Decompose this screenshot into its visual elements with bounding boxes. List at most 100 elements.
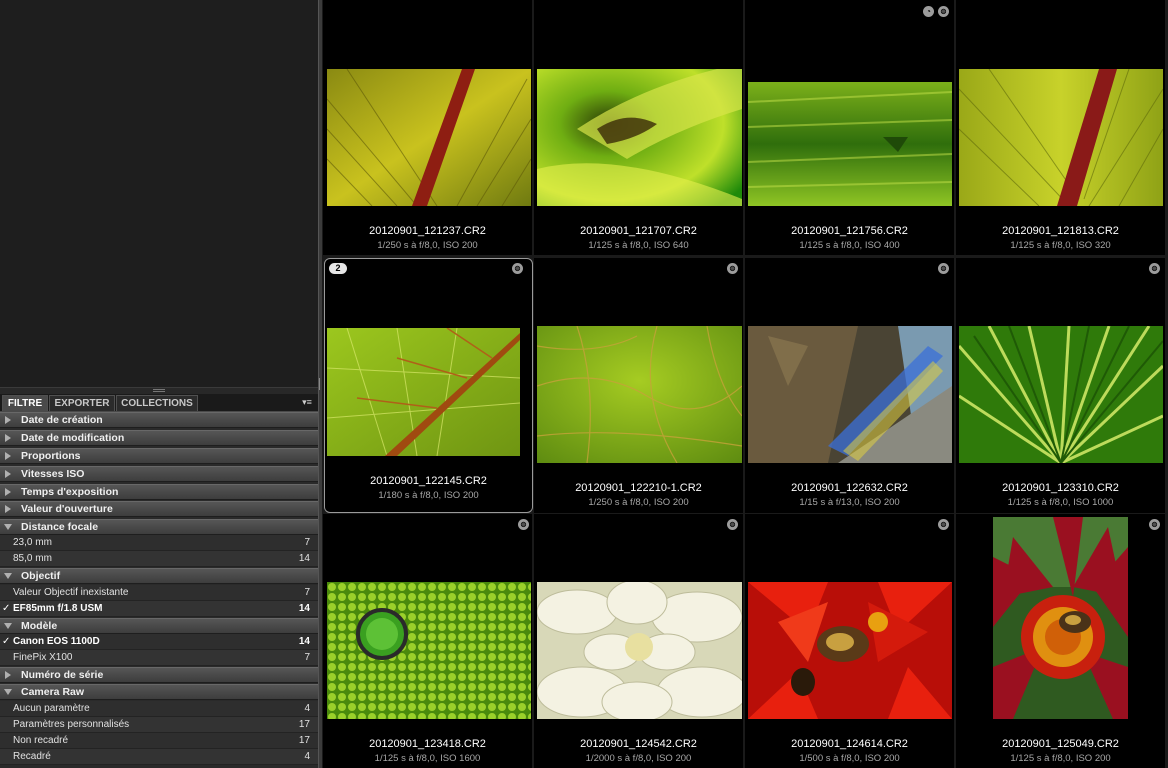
- filter-header-valeur-ouverture[interactable]: Valeur d'ouverture: [0, 501, 318, 517]
- filter-item-model-finepix[interactable]: FinePix X100 7: [0, 650, 318, 666]
- adjusted-icon: ⊜: [727, 263, 738, 274]
- filter-item-label: 85,0 mm: [13, 553, 52, 564]
- thumbnail-cell[interactable]: ⊜ 20120901_125049.CR2 1/125 s à f/8,0, I…: [956, 514, 1165, 768]
- collapse-triangle-icon: [4, 524, 12, 530]
- checkmark-icon: ✓: [2, 603, 11, 614]
- thumbnail-cell-selected[interactable]: 2 ⊜ 20120901_122145.CR2 1/180 s à f/8,0,…: [324, 258, 533, 513]
- thumbnail-filename: 20120901_121237.CR2: [369, 225, 486, 237]
- thumbnail-cell[interactable]: ⊜ 20120901_123418.CR2 1/125 s à f/8,0, I…: [323, 514, 532, 768]
- thumbnail-filename: 20120901_121707.CR2: [580, 225, 697, 237]
- filter-item-raw-none[interactable]: Aucun paramètre 4: [0, 701, 318, 717]
- thumbnail-exposure-info: 1/125 s à f/8,0, ISO 200: [1010, 753, 1111, 764]
- adjusted-icon: ⊜: [512, 263, 523, 274]
- filter-header-label: Objectif: [21, 570, 61, 582]
- expand-triangle-icon: [5, 671, 11, 679]
- thumbnail-image: [993, 517, 1128, 719]
- thumbnail-image: [327, 328, 520, 456]
- thumbnail-exposure-info: 1/250 s à f/8,0, ISO 200: [588, 497, 689, 508]
- thumbnail-exposure-info: 1/125 s à f/8,0, ISO 320: [1010, 240, 1111, 251]
- filter-header-label: Date de modification: [21, 432, 125, 444]
- thumbnail-exposure-info: 1/125 s à f/8,0, ISO 640: [588, 240, 689, 251]
- filter-header-distance-focale[interactable]: Distance focale: [0, 519, 318, 535]
- thumbnail-cell[interactable]: ⊜ 20120901_124614.CR2 1/500 s à f/8,0, I…: [745, 514, 954, 768]
- tab-filtre[interactable]: FILTRE: [2, 395, 48, 411]
- thumbnail-cell[interactable]: 20120901_121813.CR2 1/125 s à f/8,0, ISO…: [956, 0, 1165, 255]
- thumbnail-filename: 20120901_123418.CR2: [369, 738, 486, 750]
- adjusted-icon: ⊜: [518, 519, 529, 530]
- filter-item-raw-custom[interactable]: Paramètres personnalisés 17: [0, 717, 318, 733]
- filter-header-modele[interactable]: Modèle: [0, 618, 318, 634]
- expand-triangle-icon: [5, 505, 11, 513]
- adjusted-icon: ⊜: [1149, 263, 1160, 274]
- filter-item-label: Non recadré: [13, 735, 69, 746]
- panel-tab-bar: FILTRE EXPORTER COLLECTIONS ▾≡: [0, 394, 318, 412]
- content-grid: 20120901_121237.CR2 1/250 s à f/8,0, ISO…: [323, 0, 1168, 768]
- grip-icon: [319, 378, 322, 390]
- thumbnail-exposure-info: 1/125 s à f/8,0, ISO 400: [799, 240, 900, 251]
- thumbnail-filename: 20120901_121756.CR2: [791, 225, 908, 237]
- expand-triangle-icon: [5, 452, 11, 460]
- filter-item-count: 4: [304, 751, 310, 762]
- thumbnail-cell[interactable]: 20120901_121237.CR2 1/250 s à f/8,0, ISO…: [323, 0, 532, 255]
- checkmark-icon: ✓: [2, 636, 11, 647]
- filter-header-objectif[interactable]: Objectif: [0, 568, 318, 584]
- thumbnail-image: [537, 69, 742, 206]
- filter-item-label: EF85mm f/1.8 USM: [13, 603, 103, 614]
- adjusted-icon: ⊜: [938, 519, 949, 530]
- tab-exporter[interactable]: EXPORTER: [49, 395, 115, 411]
- thumbnail-cell[interactable]: ◔ ⊜ 20120901_121756.CR2 1/125 s à f/8,0,…: [745, 0, 954, 255]
- filter-item-count: 17: [298, 735, 310, 746]
- filter-header-camera-raw[interactable]: Camera Raw: [0, 684, 318, 700]
- collapse-triangle-icon: [4, 623, 12, 629]
- filter-item-count: 7: [304, 587, 310, 598]
- thumbnail-cell[interactable]: ⊜ 20120901_124542.CR2 1/2000 s à f/8,0, …: [534, 514, 743, 768]
- adjusted-icon: ⊜: [1149, 519, 1160, 530]
- filter-item-count: 14: [298, 603, 310, 614]
- filter-item-focal-85[interactable]: 85,0 mm 14: [0, 551, 318, 567]
- panel-menu-icon[interactable]: ▾≡: [299, 396, 315, 409]
- filter-item-lens-none[interactable]: Valeur Objectif inexistante 7: [0, 585, 318, 601]
- thumbnail-exposure-info: 1/2000 s à f/8,0, ISO 200: [585, 753, 692, 764]
- rating-icon: ◔: [923, 6, 934, 17]
- thumbnail-cell[interactable]: ⊜ 20120901_122210-1.CR2 1/250 s à f/8,0,…: [534, 258, 743, 513]
- thumbnail-filename: 20120901_122145.CR2: [370, 475, 487, 487]
- expand-triangle-icon: [5, 434, 11, 442]
- filter-header-temps-exposition[interactable]: Temps d'exposition: [0, 484, 318, 500]
- thumbnail-filename: 20120901_125049.CR2: [1002, 738, 1119, 750]
- thumbnail-image: [959, 326, 1163, 463]
- thumbnail-filename: 20120901_124614.CR2: [791, 738, 908, 750]
- preview-panel-resize-handle[interactable]: [0, 387, 318, 394]
- filter-item-focal-23[interactable]: 23,0 mm 7: [0, 535, 318, 551]
- thumbnail-cell[interactable]: ⊜ 20120901_123310.CR2 1/125 s à f/8,0, I…: [956, 258, 1165, 513]
- stack-count-badge[interactable]: 2: [329, 263, 347, 274]
- filter-header-numero-serie[interactable]: Numéro de série: [0, 667, 318, 683]
- thumbnail-image: [327, 69, 531, 206]
- grip-icon: [153, 389, 165, 392]
- filter-header-date-modification[interactable]: Date de modification: [0, 430, 318, 446]
- filter-item-label: Recadré: [13, 751, 51, 762]
- thumbnail-exposure-info: 1/250 s à f/8,0, ISO 200: [377, 240, 478, 251]
- adjusted-icon: ⊜: [938, 6, 949, 17]
- thumbnail-exposure-info: 1/180 s à f/8,0, ISO 200: [378, 490, 479, 501]
- filter-item-label: FinePix X100: [13, 652, 73, 663]
- filter-header-date-creation[interactable]: Date de création: [0, 412, 318, 428]
- thumbnail-cell[interactable]: ⊜ 20120901_122632.CR2 1/15 s à f/13,0, I…: [745, 258, 954, 513]
- filter-header-vitesses-iso[interactable]: Vitesses ISO: [0, 466, 318, 482]
- filter-header-label: Proportions: [21, 450, 81, 462]
- filter-item-count: 14: [298, 553, 310, 564]
- tab-collections[interactable]: COLLECTIONS: [116, 395, 198, 411]
- filter-item-label: Aucun paramètre: [13, 703, 90, 714]
- thumbnail-filename: 20120901_124542.CR2: [580, 738, 697, 750]
- filter-item-label: Paramètres personnalisés: [13, 719, 130, 730]
- filter-header-label: Vitesses ISO: [21, 468, 85, 480]
- thumbnail-exposure-info: 1/125 s à f/8,0, ISO 1000: [1007, 497, 1114, 508]
- filter-header-label: Modèle: [21, 620, 58, 632]
- filter-item-raw-cropped[interactable]: Recadré 4: [0, 749, 318, 765]
- filter-item-model-canon[interactable]: ✓ Canon EOS 1100D 14: [0, 634, 318, 650]
- thumbnail-cell[interactable]: 20120901_121707.CR2 1/125 s à f/8,0, ISO…: [534, 0, 743, 255]
- filter-item-count: 14: [298, 636, 310, 647]
- thumbnail-image: [959, 69, 1163, 206]
- filter-item-raw-uncropped[interactable]: Non recadré 17: [0, 733, 318, 749]
- filter-item-lens-ef85[interactable]: ✓ EF85mm f/1.8 USM 14: [0, 601, 318, 617]
- filter-header-proportions[interactable]: Proportions: [0, 448, 318, 464]
